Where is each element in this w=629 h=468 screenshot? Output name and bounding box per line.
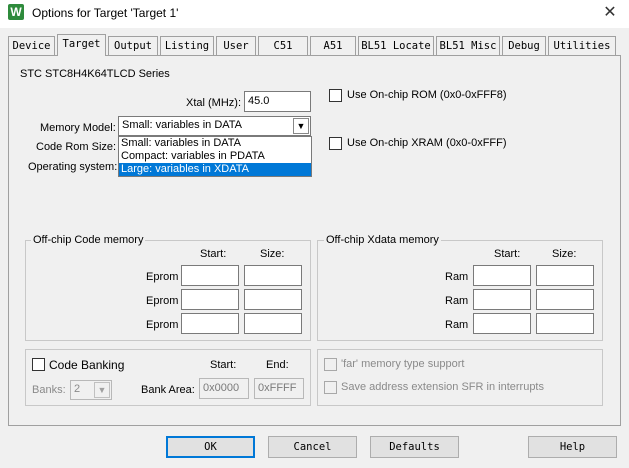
eprom-label-1: Eprom	[146, 271, 179, 283]
tab-listing[interactable]: Listing	[160, 36, 214, 55]
keil-uvision-icon: W	[8, 4, 24, 20]
ram-start-3[interactable]	[473, 313, 531, 334]
device-name: STC STC8H4K64TLCD Series	[20, 68, 170, 80]
ram-size-3[interactable]	[536, 313, 594, 334]
offchip-xdata-start-header: Start:	[494, 248, 521, 260]
eprom-size-2[interactable]	[244, 289, 302, 310]
code-rom-size-label: Code Rom Size:	[36, 141, 117, 153]
tab-debug[interactable]: Debug	[502, 36, 546, 55]
tab-a51[interactable]: A51	[310, 36, 356, 55]
offchip-code-title: Off-chip Code memory	[31, 234, 146, 246]
tab-bl51-misc[interactable]: BL51 Misc	[436, 36, 500, 55]
eprom-label-3: Eprom	[146, 319, 179, 331]
cancel-button[interactable]: Cancel	[268, 436, 357, 458]
offchip-xdata-title: Off-chip Xdata memory	[324, 234, 441, 246]
chevron-down-icon[interactable]: ▼	[293, 118, 309, 134]
offchip-code-size-header: Size:	[260, 248, 285, 260]
ram-label-2: Ram	[445, 295, 469, 307]
eprom-start-2[interactable]	[181, 289, 239, 310]
bank-area-end[interactable]: 0xFFFF	[254, 378, 304, 399]
code-banking-checkbox[interactable]	[32, 358, 45, 371]
use-onchip-rom-label: Use On-chip ROM (0x0-0xFFF8)	[347, 89, 507, 101]
xtal-input[interactable]: 45.0	[244, 91, 311, 112]
memory-model-option-large[interactable]: Large: variables in XDATA	[119, 163, 311, 176]
save-sfr-checkbox[interactable]	[324, 381, 337, 394]
offchip-code-start-header: Start:	[200, 248, 227, 260]
ram-size-1[interactable]	[536, 265, 594, 286]
offchip-xdata-size-header: Size:	[552, 248, 577, 260]
chevron-down-icon[interactable]: ▼	[94, 382, 110, 398]
tab-output[interactable]: Output	[108, 36, 158, 55]
defaults-button[interactable]: Defaults	[370, 436, 459, 458]
memory-model-value: Small: variables in DATA	[122, 119, 243, 131]
window-title: Options for Target 'Target 1'	[32, 6, 179, 20]
ram-label-3: Ram	[445, 319, 469, 331]
ok-button[interactable]: OK	[166, 436, 255, 458]
ram-start-2[interactable]	[473, 289, 531, 310]
ram-size-2[interactable]	[536, 289, 594, 310]
save-sfr-label: Save address extension SFR in interrupts	[341, 381, 544, 393]
tab-c51[interactable]: C51	[258, 36, 308, 55]
tab-utilities[interactable]: Utilities	[548, 36, 616, 55]
banks-value: 2	[74, 383, 81, 395]
eprom-size-1[interactable]	[244, 265, 302, 286]
eprom-size-3[interactable]	[244, 313, 302, 334]
memory-model-label: Memory Model:	[40, 122, 116, 134]
xtal-label: Xtal (MHz):	[186, 97, 241, 109]
tab-user[interactable]: User	[216, 36, 256, 55]
title-bar: W Options for Target 'Target 1' ✕	[0, 0, 629, 28]
use-onchip-xram-label: Use On-chip XRAM (0x0-0xFFF)	[347, 137, 507, 149]
bank-area-label: Bank Area:	[141, 384, 195, 396]
tab-target[interactable]: Target	[57, 34, 106, 56]
help-button[interactable]: Help	[528, 436, 617, 458]
far-memory-label: 'far' memory type support	[341, 358, 465, 370]
bank-end-header: End:	[266, 359, 289, 371]
tab-device[interactable]: Device	[8, 36, 55, 55]
eprom-start-3[interactable]	[181, 313, 239, 334]
ram-start-1[interactable]	[473, 265, 531, 286]
use-onchip-xram-checkbox[interactable]	[329, 137, 342, 150]
banks-select[interactable]: 2 ▼	[70, 380, 112, 400]
memory-model-dropdown[interactable]: Small: variables in DATA Compact: variab…	[118, 136, 312, 177]
bank-start-header: Start:	[210, 359, 237, 371]
far-memory-checkbox[interactable]	[324, 358, 337, 371]
close-button[interactable]: ✕	[596, 2, 624, 24]
memory-model-select[interactable]: Small: variables in DATA ▼	[118, 116, 311, 136]
code-banking-label: Code Banking	[49, 358, 125, 372]
use-onchip-rom-checkbox[interactable]	[329, 89, 342, 102]
eprom-start-1[interactable]	[181, 265, 239, 286]
eprom-label-2: Eprom	[146, 295, 179, 307]
tab-bl51-locate[interactable]: BL51 Locate	[358, 36, 434, 55]
memory-model-option-small[interactable]: Small: variables in DATA	[119, 137, 311, 150]
memory-model-option-compact[interactable]: Compact: variables in PDATA	[119, 150, 311, 163]
operating-system-label: Operating system:	[28, 161, 118, 173]
ram-label-1: Ram	[445, 271, 469, 283]
bank-area-start[interactable]: 0x0000	[199, 378, 249, 399]
banks-label: Banks:	[32, 384, 66, 396]
